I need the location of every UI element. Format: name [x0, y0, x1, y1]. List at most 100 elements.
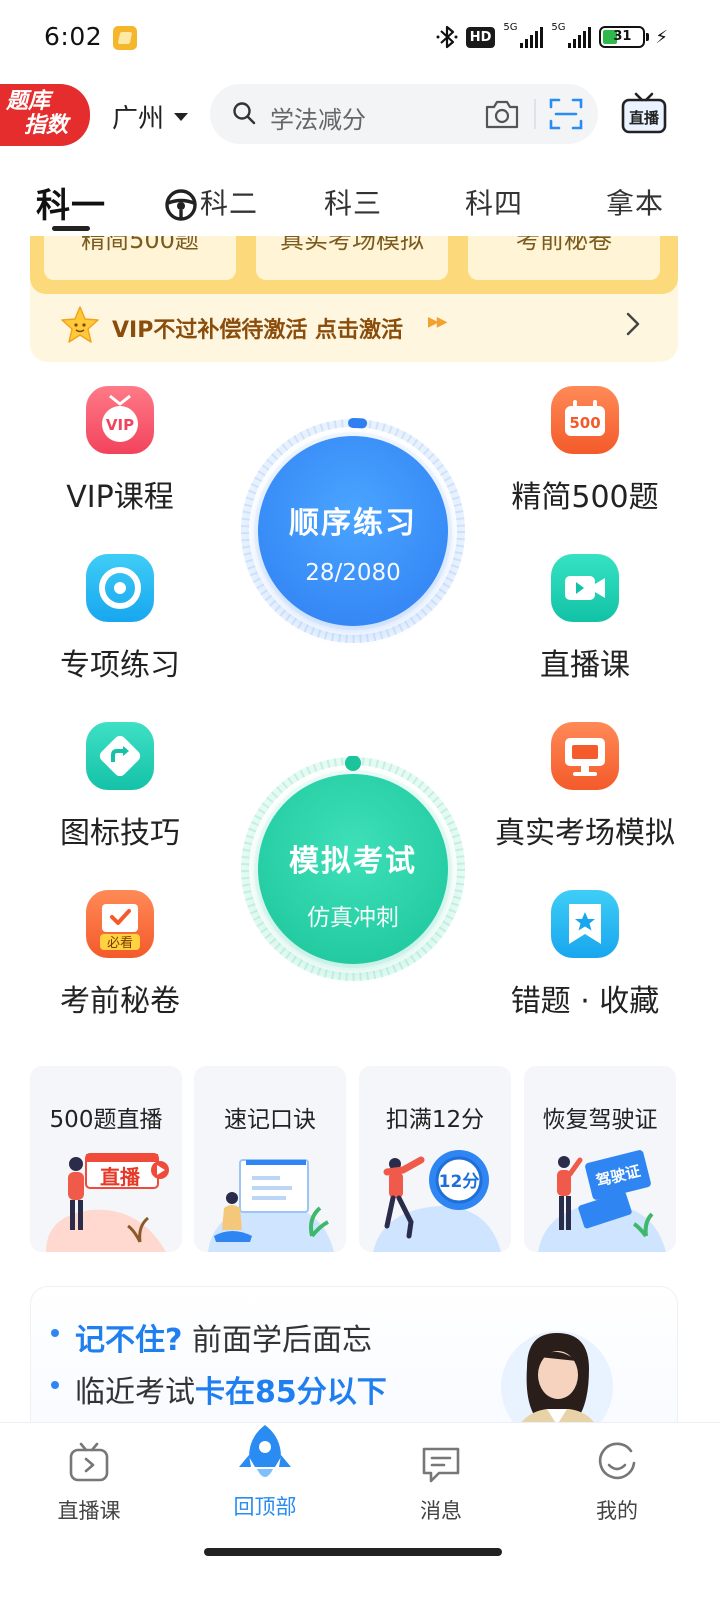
tab-subject-3[interactable]: 科三: [324, 182, 382, 222]
logo-line2: 指数: [24, 113, 69, 138]
mock-exam-subtitle: 仿真冲刺: [307, 905, 399, 931]
message-icon: [422, 1447, 460, 1483]
question-bank-index-logo[interactable]: 题库 指数: [0, 84, 90, 146]
live-tv-icon[interactable]: 直播: [620, 92, 668, 136]
12-points-illustration: 12分: [373, 1150, 501, 1252]
nav-back-to-top[interactable]: 回顶部: [205, 1423, 325, 1521]
battery-level: 31: [613, 29, 632, 44]
signal-sim2-icon: 5G: [551, 22, 592, 50]
promo-card-real-exam[interactable]: 真实考场模拟: [256, 236, 448, 280]
feature-vip-course[interactable]: VIP VIP课程: [5, 386, 235, 516]
feature-label: 直播课: [540, 648, 630, 683]
promo-card-label: 真实考场模拟: [280, 236, 424, 254]
nav-label: 消息: [420, 1499, 462, 1523]
feature-mistakes-favorites[interactable]: 错题 · 收藏: [470, 890, 700, 1020]
svg-text:VIP: VIP: [106, 416, 134, 434]
promo-card-label: 精简500题: [81, 236, 199, 254]
must-see-badge: 必看: [107, 935, 133, 951]
bullet-dot: [51, 1381, 59, 1389]
ad-highlight: 卡在85分以下: [195, 1375, 387, 1410]
hd-voice-icon: HD: [465, 26, 496, 48]
feature-label: 错题 · 收藏: [510, 984, 660, 1019]
feature-pre-exam-secret[interactable]: 必看 考前秘卷: [5, 890, 235, 1020]
sequential-practice-disc: 顺序练习 28/2080: [258, 436, 448, 626]
quick-card-title: 扣满12分: [385, 1107, 485, 1133]
nav-messages[interactable]: 消息: [381, 1441, 501, 1525]
smiley-profile-icon: [598, 1442, 636, 1480]
nav-profile[interactable]: 我的: [557, 1441, 677, 1525]
live-art-label: 直播: [100, 1165, 141, 1189]
promo-card-secret[interactable]: 考前秘卷: [468, 236, 660, 280]
ad-highlight: 记不住?: [75, 1323, 183, 1358]
search-divider: [534, 99, 536, 129]
target-icon: [86, 554, 154, 622]
mock-exam-button[interactable]: 模拟考试 仿真冲刺: [240, 756, 466, 982]
tab-subject-2[interactable]: 科二: [164, 182, 258, 222]
quick-card-title: 恢复驾驶证: [542, 1107, 658, 1133]
logo-line1: 题库: [6, 89, 51, 114]
quick-card-title: 速记口诀: [224, 1107, 316, 1133]
search-input[interactable]: 学法减分: [270, 100, 366, 135]
bookmark-star-icon: [551, 890, 619, 958]
mnemonics-illustration: [208, 1159, 334, 1252]
city-selector[interactable]: 广州: [112, 98, 189, 135]
feature-sign-tips[interactable]: 图标技巧: [5, 722, 235, 852]
sim1-label: 5G: [503, 22, 518, 33]
scan-icon[interactable]: [548, 96, 584, 132]
monitor-icon: [551, 722, 619, 790]
caret-down-icon: [174, 112, 189, 121]
quick-card-12-points[interactable]: 扣满12分 12分: [359, 1066, 511, 1252]
active-tab-indicator: [52, 226, 90, 231]
notification-app-icon: [113, 26, 137, 50]
practice-title: 顺序练习: [289, 506, 417, 541]
svg-text:直播: 直播: [629, 109, 660, 127]
nav-label: 我的: [596, 1499, 638, 1523]
quick-card-mnemonics[interactable]: 速记口诀: [194, 1066, 346, 1252]
feature-label: 图标技巧: [60, 816, 180, 851]
restore-license-illustration: 驾驶证: [538, 1150, 666, 1252]
chevron-right-icon: [626, 312, 640, 336]
quick-card-restore-license[interactable]: 恢复驾驶证 驾驶证: [524, 1066, 676, 1252]
nav-live-course[interactable]: 直播课: [29, 1441, 149, 1525]
nav-label: 回顶部: [233, 1495, 297, 1519]
mock-exam-title: 模拟考试: [289, 844, 417, 879]
steering-wheel-icon: [165, 189, 197, 221]
vip-promo-banner: 精简500题 真实考场模拟 考前秘卷 VIP不过补偿待激活 点击激活 ▶▶: [30, 236, 678, 362]
app-header: 题库 指数 广州 学法减分 直播: [0, 82, 720, 148]
double-arrow-icon: ▶▶: [428, 314, 447, 330]
feature-live-course[interactable]: 直播课: [470, 554, 700, 684]
vip-activate-row[interactable]: VIP不过补偿待激活 点击激活 ▶▶: [30, 298, 678, 358]
vip-course-icon: VIP: [86, 386, 154, 454]
must-see-icon: 必看: [86, 890, 154, 958]
feature-special-practice[interactable]: 专项练习: [5, 554, 235, 684]
sequential-practice-button[interactable]: 顺序练习 28/2080: [240, 418, 466, 644]
feature-500-questions[interactable]: 500 精简500题: [470, 386, 700, 516]
search-icon: [233, 102, 256, 125]
tab-get-license[interactable]: 拿本: [606, 182, 664, 222]
turn-sign-icon: [86, 722, 154, 790]
rocket-icon: [239, 1425, 291, 1477]
status-bar: 6:02 HD 5G 5G 31 ⚡: [0, 0, 720, 72]
star-icon: [61, 306, 99, 343]
vip-activate-text: VIP不过补偿待激活 点击激活: [112, 318, 403, 343]
bluetooth-icon: [436, 25, 458, 49]
ad-text: 前面学后面忘: [191, 1323, 372, 1358]
tab-subject-4[interactable]: 科四: [465, 182, 523, 222]
bottom-navigation: 直播课 回顶部 消息 我的: [0, 1422, 720, 1600]
camera-icon[interactable]: [484, 98, 520, 130]
feature-real-exam-sim[interactable]: 真实考场模拟: [470, 722, 700, 852]
sim2-label: 5G: [551, 22, 566, 33]
500-icon: 500: [551, 386, 619, 454]
tab-subject-2-label: 科二: [200, 187, 259, 220]
home-indicator[interactable]: [204, 1548, 502, 1556]
promo-cards-strip: 精简500题 真实考场模拟 考前秘卷: [30, 236, 678, 294]
mock-exam-disc: 模拟考试 仿真冲刺: [258, 774, 448, 964]
promo-card-500[interactable]: 精简500题: [44, 236, 236, 280]
quick-card-500-live[interactable]: 500题直播 直播: [30, 1066, 182, 1252]
nav-label: 直播课: [57, 1499, 121, 1523]
feature-label: 精简500题: [511, 480, 659, 515]
tab-subject-1[interactable]: 科一: [36, 178, 106, 227]
subject-tabs: 科一 科二 科三 科四 拿本: [0, 170, 720, 236]
search-bar[interactable]: 学法减分: [210, 84, 598, 144]
500-badge: 500: [569, 414, 600, 432]
